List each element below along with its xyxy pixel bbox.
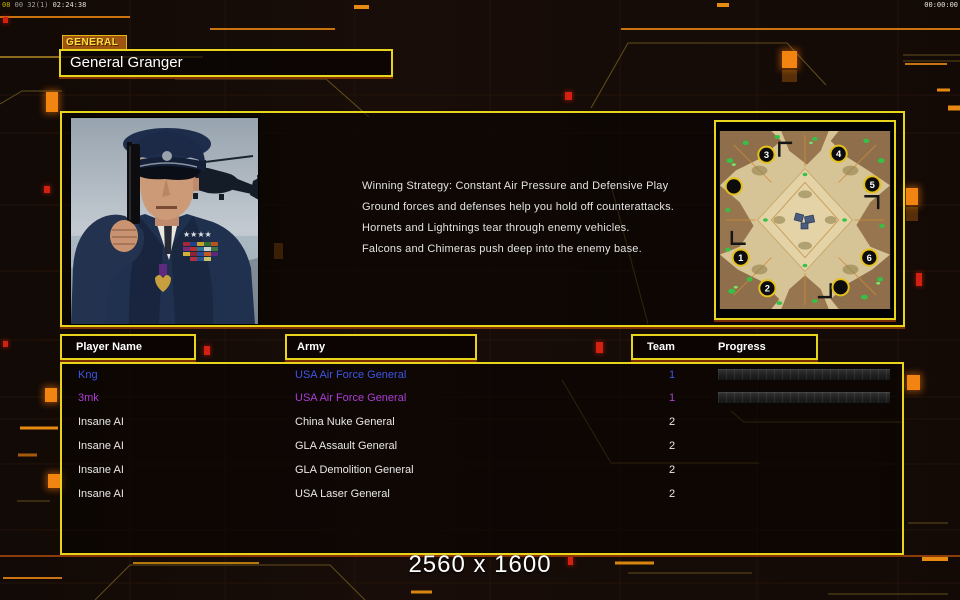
deco-square-orange [907, 375, 920, 390]
map-preview: 1 2 3 4 5 6 [719, 131, 891, 309]
deco-square-red [916, 273, 922, 286]
player-list-box: Kng USA Air Force General 1 3mk USA Air Forc… [60, 362, 904, 555]
capture-overlay: 08 00 32(1) 02:24:38 [2, 1, 86, 9]
player-team: 2 [668, 464, 676, 476]
player-name: Insane AI [78, 440, 124, 452]
deco-square-red [565, 92, 572, 100]
deco-square-red [3, 341, 8, 347]
taken-position-marker [831, 278, 850, 297]
progress-bar [717, 391, 891, 404]
header-label-team: Team [647, 341, 675, 353]
resolution-text: 2560 x 1600 [408, 551, 552, 578]
overlay-value: 00 32(1) [14, 1, 49, 9]
player-name: Insane AI [78, 416, 124, 428]
svg-text:★★★★: ★★★★ [183, 230, 212, 239]
svg-text:6: 6 [867, 252, 872, 263]
deco-square-orange [906, 207, 918, 221]
strategy-text: Winning Strategy: Constant Air Pressure … [362, 180, 692, 264]
header-label: Player Name [76, 341, 143, 353]
deco-square-red [44, 186, 50, 193]
svg-text:1: 1 [738, 252, 743, 263]
general-portrait: ★★★★ [70, 117, 259, 325]
column-header-team-progress: Team Progress [631, 334, 818, 360]
start-position-marker: 3 [757, 145, 776, 164]
header-label: Army [297, 341, 326, 353]
player-team: 2 [668, 488, 676, 500]
svg-text:4: 4 [836, 148, 842, 159]
player-army: GLA Assault General [295, 440, 398, 452]
overlay-time: 02:24:38 [52, 1, 87, 9]
table-row: 3mk USA Air Force General 1 [62, 387, 902, 409]
table-row: Kng USA Air Force General 1 [62, 364, 902, 386]
deco-square-red [204, 346, 210, 355]
taken-position-marker [724, 177, 743, 196]
strategy-line: Hornets and Lightnings tear through enem… [362, 222, 630, 234]
player-team: 2 [668, 416, 676, 428]
player-army: USA Air Force General [295, 369, 407, 381]
svg-text:2: 2 [765, 283, 770, 294]
strategy-line: Falcons and Chimeras push deep into the … [362, 243, 642, 255]
progress-bar [717, 368, 891, 381]
player-name: Insane AI [78, 464, 124, 476]
general-title-box: General Granger [59, 49, 393, 77]
svg-text:5: 5 [870, 179, 875, 190]
table-row: Insane AI China Nuke General 2 [62, 411, 902, 433]
deco-square-orange [45, 388, 57, 402]
start-position-marker: 2 [758, 279, 777, 298]
svg-text:3: 3 [764, 149, 769, 160]
player-army: China Nuke General [295, 416, 395, 428]
deco-square-red [596, 342, 603, 353]
overlay-value: 08 [2, 1, 11, 9]
player-team: 1 [668, 369, 676, 381]
start-position-marker: 4 [829, 144, 848, 163]
player-army: GLA Demolition General [295, 464, 414, 476]
deco-square-red [3, 17, 8, 23]
deco-square-orange [906, 188, 918, 205]
column-header-army: Army [285, 334, 477, 360]
player-army: USA Air Force General [295, 392, 407, 404]
general-tag: GENERAL [62, 35, 127, 50]
loading-screen: 08 00 32(1) 02:24:38 00:00:00 GENERAL Ge… [0, 0, 960, 600]
start-position-marker: 6 [860, 248, 879, 267]
clock-overlay: 00:00:00 [924, 1, 958, 9]
deco-square-orange [782, 70, 797, 82]
general-name: General Granger [70, 54, 183, 71]
player-name: Kng [78, 369, 98, 381]
player-name: 3mk [78, 392, 99, 404]
player-team: 2 [668, 440, 676, 452]
strategy-line: Winning Strategy: Constant Air Pressure … [362, 180, 669, 192]
header-label-progress: Progress [718, 341, 766, 353]
table-row: Insane AI GLA Demolition General 2 [62, 459, 902, 481]
start-position-marker: 5 [863, 175, 882, 194]
strategy-line: Ground forces and defenses help you hold… [362, 201, 675, 213]
player-team: 1 [668, 392, 676, 404]
player-name: Insane AI [78, 488, 124, 500]
deco-square-orange [782, 51, 797, 68]
start-position-marker: 1 [731, 248, 750, 267]
deco-square-orange [46, 92, 58, 112]
player-army: USA Laser General [295, 488, 390, 500]
table-row: Insane AI USA Laser General 2 [62, 483, 902, 505]
column-header-player-name: Player Name [60, 334, 196, 360]
table-row: Insane AI GLA Assault General 2 [62, 435, 902, 457]
